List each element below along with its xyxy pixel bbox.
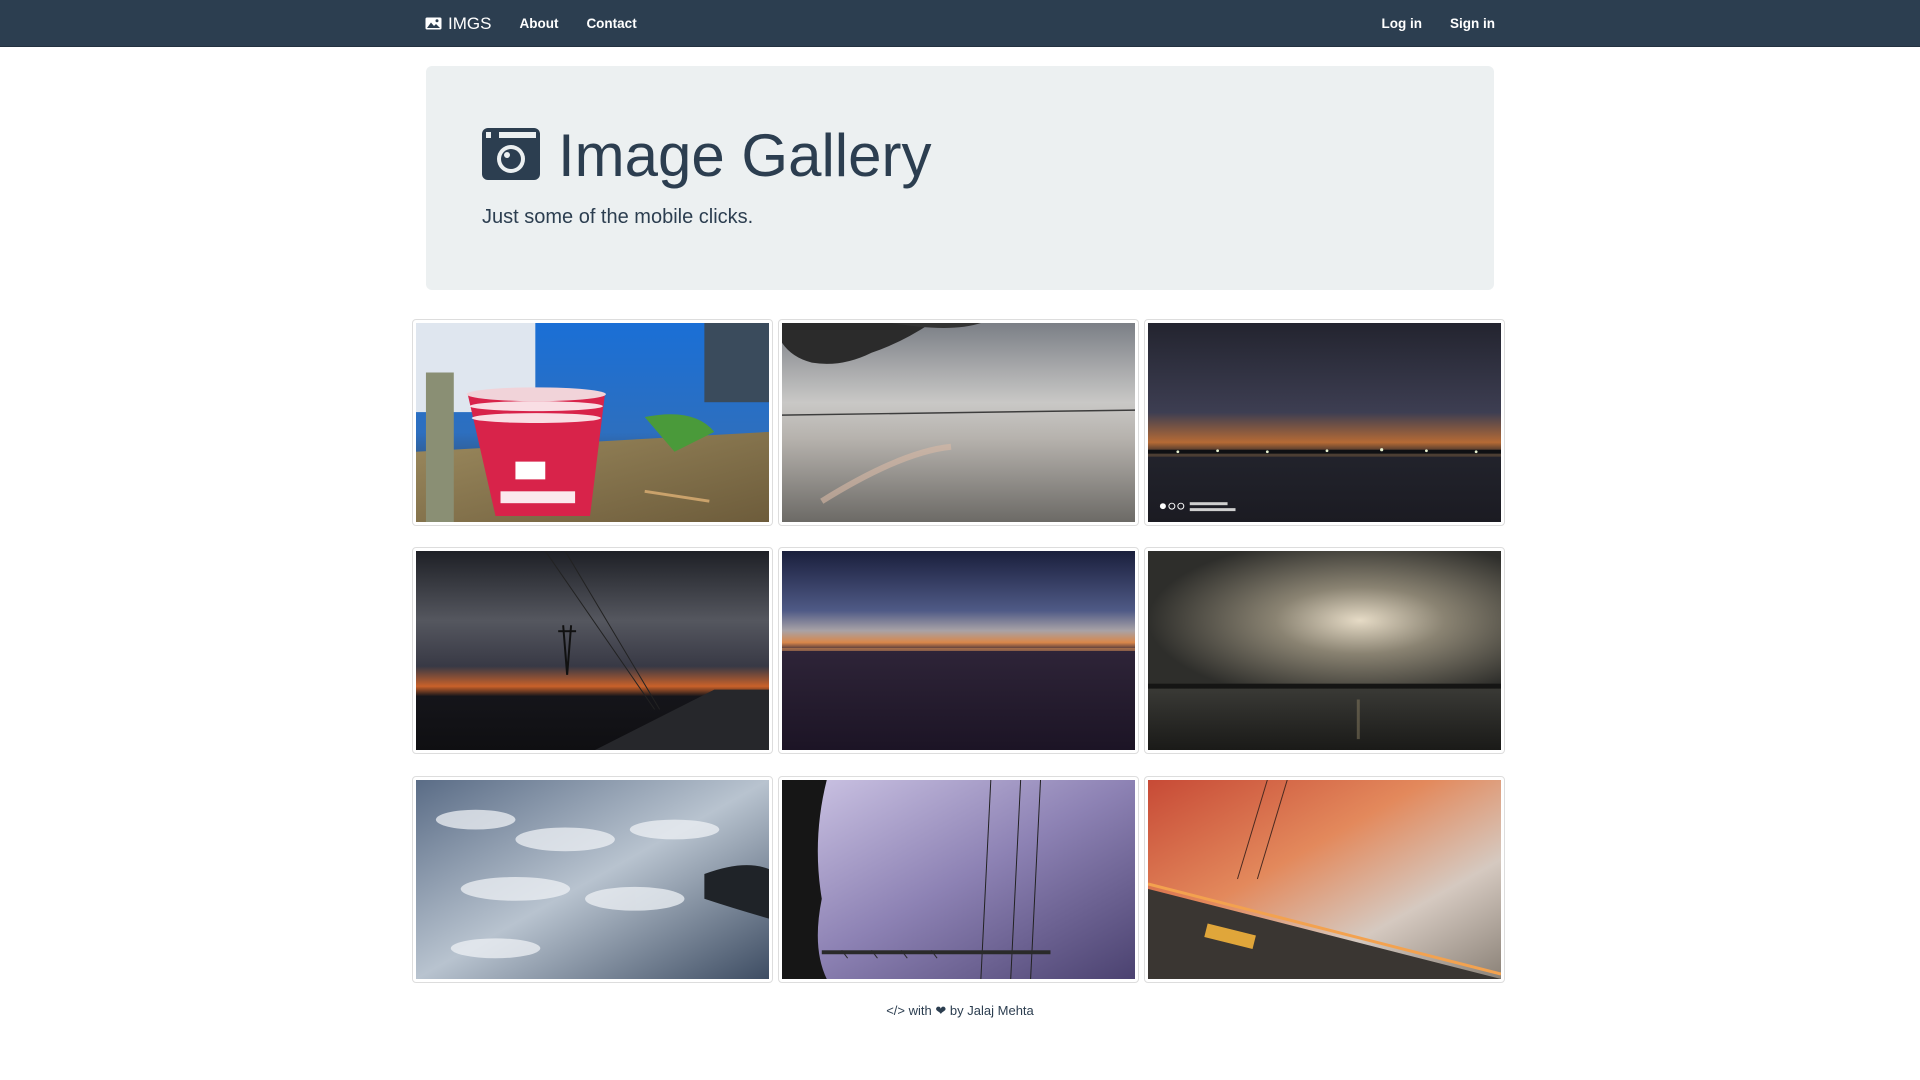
nav-right-links: Log in Sign in	[1382, 16, 1496, 31]
page-title: Image Gallery	[558, 122, 932, 189]
code-symbol: </>	[886, 1003, 906, 1018]
night-shoreline-photo	[1148, 323, 1501, 522]
cloud-pattern-photo	[416, 780, 769, 979]
nav-link-about[interactable]: About	[519, 16, 558, 31]
jumbotron-heading: Image Gallery	[482, 126, 931, 186]
stormy-lake-photo	[1148, 551, 1501, 750]
gallery-thumbnail[interactable]	[1144, 547, 1505, 754]
violet-sky-wires-photo	[782, 780, 1135, 979]
gallery-thumbnail[interactable]	[1144, 319, 1505, 526]
power-lines-sunset-photo	[416, 551, 769, 750]
brand-label: IMGS	[448, 13, 492, 33]
footer-with-text: with	[908, 1003, 932, 1018]
orange-sunset-photo	[1148, 780, 1501, 979]
jumbotron: Image Gallery Just some of the mobile cl…	[426, 66, 1494, 290]
paper-cups-photo	[416, 323, 769, 522]
page-subtitle: Just some of the mobile clicks.	[482, 206, 754, 228]
photo-gallery	[412, 319, 1508, 984]
horizon-twilight-photo	[782, 551, 1135, 750]
gallery-thumbnail[interactable]	[1144, 776, 1505, 983]
camera-icon	[482, 127, 540, 185]
gallery-thumbnail[interactable]	[412, 547, 773, 754]
lake-dawn-photo	[782, 323, 1135, 522]
image-icon	[425, 17, 442, 30]
navbar-container: IMGS About Contact Log in Sign in	[425, 0, 1495, 47]
signin-link[interactable]: Sign in	[1450, 16, 1495, 31]
nav-left-links: About Contact	[519, 16, 636, 31]
gallery-thumbnail[interactable]	[778, 776, 1139, 983]
gallery-thumbnail[interactable]	[412, 319, 773, 526]
login-link[interactable]: Log in	[1382, 16, 1423, 31]
gallery-thumbnail[interactable]	[778, 319, 1139, 526]
navbar: IMGS About Contact Log in Sign in	[0, 0, 1920, 47]
footer: </> with ❤ by Jalaj Mehta	[0, 1003, 1920, 1019]
footer-by-text: by	[949, 1003, 964, 1018]
brand-link[interactable]: IMGS	[425, 14, 491, 34]
author-link[interactable]: Jalaj Mehta	[967, 1003, 1033, 1018]
nav-link-contact[interactable]: Contact	[586, 16, 636, 31]
heart-icon: ❤	[935, 1003, 947, 1018]
gallery-thumbnail[interactable]	[778, 547, 1139, 754]
gallery-thumbnail[interactable]	[412, 776, 773, 983]
